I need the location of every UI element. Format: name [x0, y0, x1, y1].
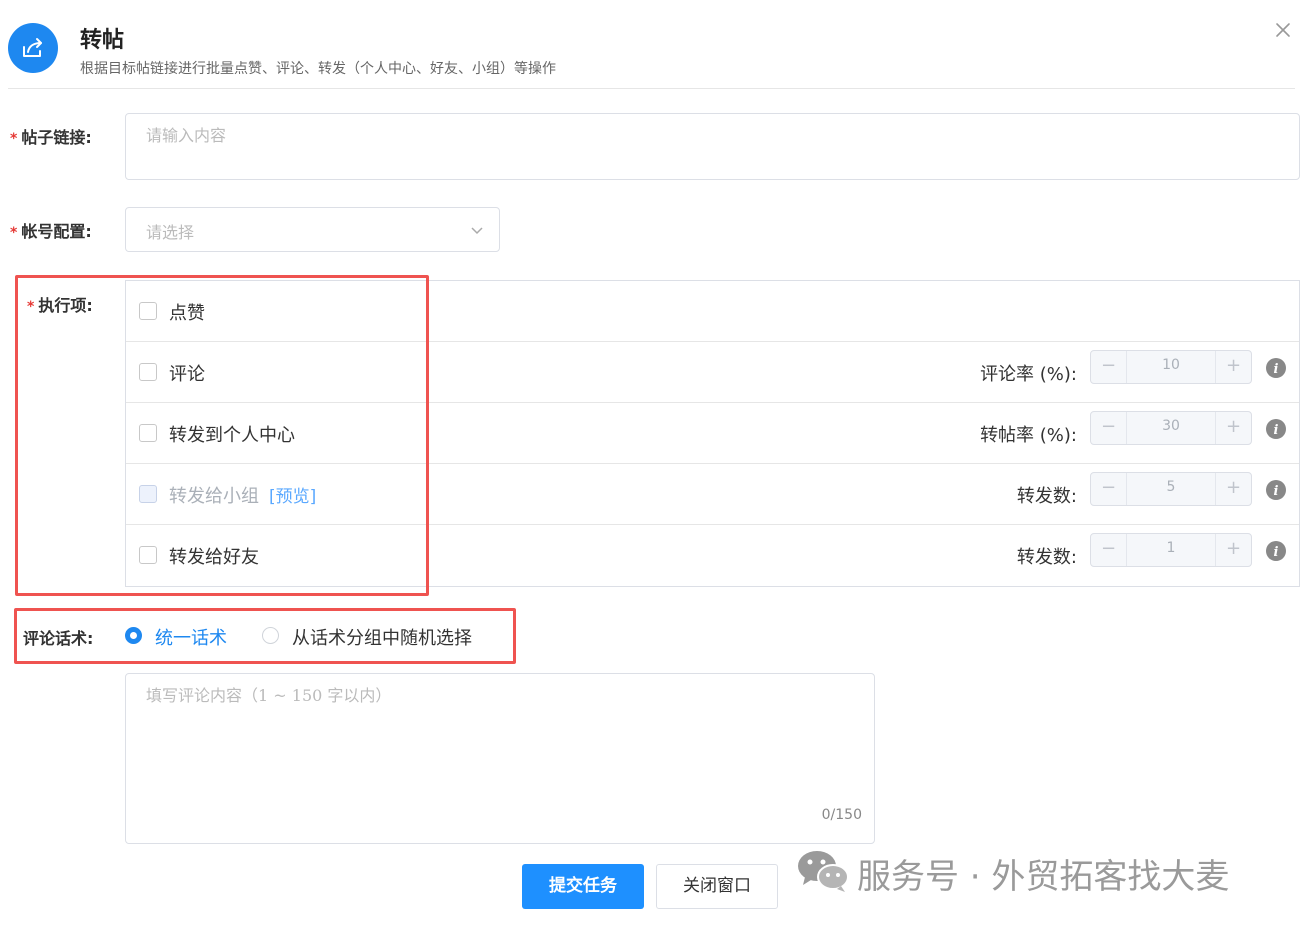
- account-config-label: * 帐号配置:: [10, 222, 92, 241]
- required-mark: *: [10, 131, 18, 147]
- post-link-label: * 帖子链接:: [10, 128, 92, 147]
- share-arrow-icon: [8, 23, 58, 73]
- info-icon[interactable]: i: [1266, 480, 1286, 500]
- increment-button[interactable]: +: [1215, 351, 1251, 383]
- decrement-button[interactable]: −: [1091, 534, 1127, 566]
- post-link-placeholder: 请输入内容: [146, 126, 227, 145]
- svg-text:i: i: [1274, 362, 1279, 377]
- dialog-header: 转帖 根据目标帖链接进行批量点赞、评论、转发（个人中心、好友、小组）等操作: [0, 0, 1314, 90]
- close-window-button[interactable]: 关闭窗口: [656, 864, 778, 909]
- wechat-icon: [797, 849, 849, 897]
- close-icon[interactable]: [1274, 21, 1294, 41]
- repost-rate-stepper: − 30 +: [1090, 411, 1252, 445]
- svg-text:i: i: [1274, 423, 1279, 438]
- comment-placeholder: 填写评论内容（1 ~ 150 字以内）: [146, 686, 392, 705]
- forward-group-count-label: 转发数:: [1016, 486, 1077, 507]
- forward-friend-stepper: − 1 +: [1090, 533, 1252, 567]
- account-config-select[interactable]: 请选择: [125, 207, 500, 252]
- account-config-placeholder: 请选择: [146, 223, 195, 242]
- svg-text:i: i: [1274, 484, 1279, 499]
- forward-friend-value[interactable]: 1: [1127, 540, 1215, 556]
- info-icon[interactable]: i: [1266, 358, 1286, 378]
- svg-text:i: i: [1274, 545, 1279, 560]
- required-mark: *: [10, 225, 18, 241]
- decrement-button[interactable]: −: [1091, 351, 1127, 383]
- comment-script-label: 评论话术:: [23, 629, 94, 648]
- chevron-down-icon: [469, 222, 485, 238]
- info-icon[interactable]: i: [1266, 419, 1286, 439]
- comment-rate-stepper: − 10 +: [1090, 350, 1252, 384]
- decrement-button[interactable]: −: [1091, 473, 1127, 505]
- forward-group-stepper: − 5 +: [1090, 472, 1252, 506]
- highlight-box-execution: [15, 275, 429, 596]
- repost-rate-label: 转帖率 (%):: [980, 425, 1077, 446]
- watermark: 服务号 · 外贸拓客找大麦: [797, 848, 1229, 898]
- unified-script-radio[interactable]: [125, 627, 142, 644]
- repost-rate-value[interactable]: 30: [1127, 418, 1215, 434]
- comment-content-textarea[interactable]: 填写评论内容（1 ~ 150 字以内） 0/150: [125, 673, 875, 844]
- decrement-button[interactable]: −: [1091, 412, 1127, 444]
- comment-rate-value[interactable]: 10: [1127, 357, 1215, 373]
- post-link-input[interactable]: 请输入内容: [125, 113, 1300, 180]
- forward-friend-count-label: 转发数:: [1016, 547, 1077, 568]
- watermark-text: 服务号 · 外贸拓客找大麦: [857, 856, 1230, 897]
- header-divider: [8, 88, 1295, 89]
- random-script-label[interactable]: 从话术分组中随机选择: [292, 624, 472, 650]
- increment-button[interactable]: +: [1215, 534, 1251, 566]
- unified-script-label[interactable]: 统一话术: [155, 624, 227, 650]
- submit-task-button[interactable]: 提交任务: [522, 864, 644, 909]
- increment-button[interactable]: +: [1215, 412, 1251, 444]
- dialog-title: 转帖: [80, 28, 125, 53]
- increment-button[interactable]: +: [1215, 473, 1251, 505]
- dialog-subtitle: 根据目标帖链接进行批量点赞、评论、转发（个人中心、好友、小组）等操作: [80, 61, 556, 77]
- comment-rate-label: 评论率 (%):: [980, 364, 1077, 385]
- char-counter: 0/150: [821, 807, 862, 823]
- random-script-radio[interactable]: [262, 627, 279, 644]
- forward-group-value[interactable]: 5: [1127, 479, 1215, 495]
- info-icon[interactable]: i: [1266, 541, 1286, 561]
